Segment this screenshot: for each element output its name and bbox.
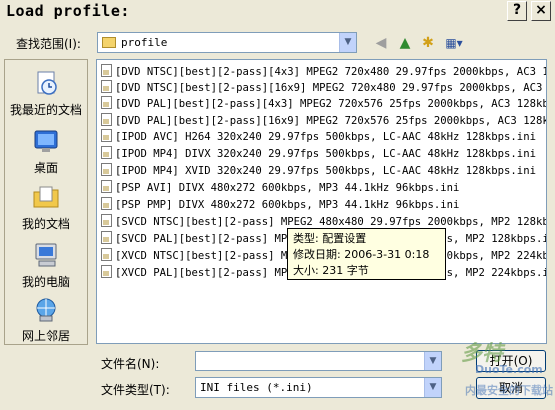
help-button[interactable]: ? bbox=[507, 1, 527, 21]
file-name: [IPOD AVC] H264 320x240 29.97fps 500kbps… bbox=[115, 131, 536, 143]
file-name: [IPOD MP4] DIVX 320x240 29.97fps 500kbps… bbox=[115, 148, 536, 160]
views-menu-icon[interactable]: ▦▾ bbox=[443, 34, 465, 52]
folder-icon bbox=[102, 37, 116, 48]
filetype-value: INI files (*.ini) bbox=[200, 381, 313, 394]
tooltip-type: 类型: 配置设置 bbox=[293, 232, 367, 245]
window-title: Load profile: bbox=[6, 2, 130, 20]
file-name: [DVD PAL][best][2-pass][16x9] MPEG2 720x… bbox=[115, 115, 547, 127]
file-item[interactable]: [DVD PAL][best][2-pass][16x9] MPEG2 720x… bbox=[101, 113, 547, 129]
filetype-dropdown[interactable]: INI files (*.ini) ▼ bbox=[195, 377, 442, 398]
file-name: [PSP AVI] DIVX 480x272 600kbps, MP3 44.1… bbox=[115, 182, 460, 194]
ini-file-icon bbox=[101, 129, 112, 142]
file-name: [SVCD NTSC][best][2-pass] MPEG2 480x480 … bbox=[115, 216, 547, 228]
chevron-down-icon[interactable]: ▼ bbox=[424, 352, 441, 370]
file-name: [DVD NTSC][best][2-pass][4x3] MPEG2 720x… bbox=[115, 66, 546, 78]
tooltip-modified: 修改日期: 2006-3-31 0:18 bbox=[293, 248, 430, 261]
ini-file-icon bbox=[101, 96, 112, 109]
my-documents-icon bbox=[31, 182, 61, 212]
ini-file-icon bbox=[101, 197, 112, 210]
place-label: 网上邻居 bbox=[21, 329, 70, 343]
close-button[interactable]: × bbox=[531, 1, 551, 21]
ini-file-icon bbox=[101, 80, 112, 93]
file-list[interactable]: [DVD NTSC][best][2-pass][4x3] MPEG2 720x… bbox=[96, 59, 547, 344]
filetype-label: 文件类型(T): bbox=[101, 383, 170, 397]
ini-file-icon bbox=[101, 214, 112, 227]
ini-file-icon bbox=[101, 113, 112, 126]
place-desktop[interactable]: 桌面 bbox=[5, 122, 87, 178]
desktop-icon bbox=[31, 126, 61, 156]
file-item[interactable]: [DVD PAL][best][2-pass][4x3] MPEG2 720x5… bbox=[101, 96, 547, 112]
network-places-icon bbox=[31, 294, 61, 324]
tooltip-size: 大小: 231 字节 bbox=[293, 264, 369, 277]
ini-file-icon bbox=[101, 248, 112, 261]
place-network[interactable]: 网上邻居 bbox=[5, 290, 87, 346]
file-name: [IPOD MP4] XVID 320x240 29.97fps 500kbps… bbox=[115, 165, 536, 177]
watermark-subtitle: 内最安全的下载站 bbox=[465, 384, 553, 397]
file-name: [DVD PAL][best][2-pass][4x3] MPEG2 720x5… bbox=[115, 98, 547, 110]
file-name: [DVD NTSC][best][2-pass][16x9] MPEG2 720… bbox=[115, 82, 546, 94]
ini-file-icon bbox=[101, 163, 112, 176]
place-label: 我的电脑 bbox=[21, 275, 70, 289]
up-folder-icon[interactable]: ▲ bbox=[396, 34, 414, 52]
lookin-label: 查找范围(I): bbox=[16, 37, 81, 51]
ini-file-icon bbox=[101, 265, 112, 278]
place-label: 我的文档 bbox=[21, 217, 70, 231]
place-my-computer[interactable]: 我的电脑 bbox=[5, 236, 87, 292]
new-folder-icon[interactable]: ✱ bbox=[419, 34, 437, 52]
file-item[interactable]: [IPOD AVC] H264 320x240 29.97fps 500kbps… bbox=[101, 129, 536, 145]
title-bar: Load profile: ? × bbox=[0, 0, 555, 24]
file-item[interactable]: [IPOD MP4] DIVX 320x240 29.97fps 500kbps… bbox=[101, 146, 536, 162]
file-item[interactable]: [PSP AVI] DIVX 480x272 600kbps, MP3 44.1… bbox=[101, 180, 459, 196]
filename-label: 文件名(N): bbox=[101, 357, 160, 371]
back-icon[interactable]: ◀ bbox=[372, 34, 390, 52]
my-computer-icon bbox=[31, 240, 61, 270]
place-label: 我最近的文档 bbox=[9, 103, 82, 117]
chevron-down-icon[interactable]: ▼ bbox=[424, 378, 441, 397]
file-item[interactable]: [PSP PMP] DIVX 480x272 600kbps, MP3 44.1… bbox=[101, 197, 459, 213]
places-bar: 我最近的文档 桌面 我的文档 我的电脑 网上邻居 bbox=[4, 59, 88, 345]
filename-input[interactable]: ▼ bbox=[195, 351, 442, 371]
file-item[interactable]: [IPOD MP4] XVID 320x240 29.97fps 500kbps… bbox=[101, 163, 536, 179]
file-name: [PSP PMP] DIVX 480x272 600kbps, MP3 44.1… bbox=[115, 199, 460, 211]
place-my-documents[interactable]: 我的文档 bbox=[5, 178, 87, 234]
file-info-tooltip: 类型: 配置设置 修改日期: 2006-3-31 0:18 大小: 231 字节 bbox=[287, 228, 446, 280]
lookin-dropdown[interactable]: profile ▼ bbox=[97, 32, 357, 53]
ini-file-icon bbox=[101, 146, 112, 159]
site-watermark: 多特 DuoTe.com 内最安全的下载站 bbox=[455, 335, 555, 410]
recent-documents-icon bbox=[31, 68, 61, 98]
watermark-url: DuoTe.com bbox=[475, 363, 543, 376]
ini-file-icon bbox=[101, 231, 112, 244]
chevron-down-icon[interactable]: ▼ bbox=[339, 33, 356, 52]
place-recent-documents[interactable]: 我最近的文档 bbox=[5, 64, 87, 120]
lookin-value: profile bbox=[121, 36, 168, 49]
ini-file-icon bbox=[101, 64, 112, 77]
file-item[interactable]: [DVD NTSC][best][2-pass][16x9] MPEG2 720… bbox=[101, 80, 546, 96]
place-label: 桌面 bbox=[33, 161, 58, 175]
ini-file-icon bbox=[101, 180, 112, 193]
file-item[interactable]: [DVD NTSC][best][2-pass][4x3] MPEG2 720x… bbox=[101, 64, 546, 80]
